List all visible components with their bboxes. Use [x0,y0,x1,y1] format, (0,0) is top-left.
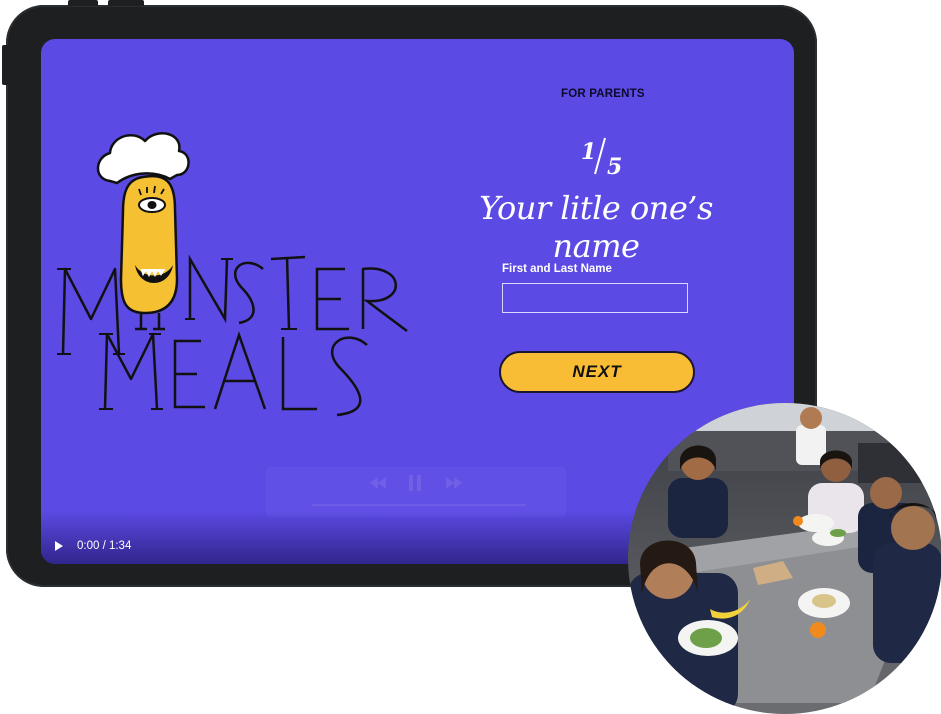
fraction-slash [594,137,606,175]
students-lunch-photo [628,403,941,714]
device-top-button [108,0,144,6]
play-icon[interactable] [54,541,64,551]
device-side-button [2,45,8,85]
step-current: 1 [581,139,596,165]
step-total: 5 [607,154,622,180]
name-field-label: First and Last Name [502,263,612,275]
section-label: FOR PARENTS [561,88,645,100]
cafeteria-photo-illustration [628,403,941,714]
page-title: Your litle one’s name [479,189,713,265]
name-input[interactable] [502,283,688,313]
ghost-player-overlay [266,467,566,517]
device-top-button [68,0,98,6]
step-fraction: 1 5 [581,137,622,180]
monster-logo-illustration [57,132,408,417]
monster-meals-logo [55,119,445,419]
step-indicator: 1 5 [561,134,641,180]
ghost-controls-icon [266,467,566,517]
next-button[interactable]: NEXT [499,351,695,393]
video-time: 0:00 / 1:34 [77,540,132,552]
